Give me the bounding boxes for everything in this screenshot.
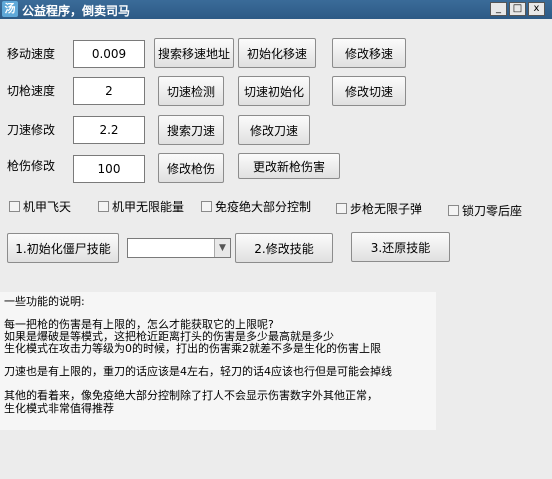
knife-speed-label: 刀速修改 (7, 123, 56, 137)
switch-speed-input[interactable]: 2 (73, 77, 145, 105)
move-speed-label: 移动速度 (7, 47, 56, 61)
info-line: 其他的看着来，像免疫绝大部分控制除了打人不会显示伤害数字外其他正常， (4, 389, 378, 402)
restore-skill-button[interactable]: 3.还原技能 (351, 232, 450, 262)
checkbox-immune-control[interactable]: 免疫绝大部分控制 (201, 198, 311, 215)
knife-speed-input[interactable]: 2.2 (73, 116, 145, 144)
checkbox-label: 步枪无限子弹 (350, 202, 423, 216)
info-line: 生化模式非常值得推荐 (4, 402, 114, 415)
checkbox-label: 机甲飞天 (23, 200, 72, 214)
gun-damage-input[interactable]: 100 (73, 155, 145, 183)
maximize-button[interactable]: □ (509, 2, 526, 16)
checkbox-square[interactable] (201, 201, 212, 212)
checkbox-label: 免疫绝大部分控制 (215, 200, 312, 214)
checkbox-square[interactable] (9, 201, 20, 212)
zombie-skill-select[interactable]: ▼ (127, 238, 231, 258)
info-line: 生化模式在攻击力等级为0的时候，打出的伤害乘2就差不多是生化的伤害上限 (4, 342, 381, 355)
checkbox-label: 锁刀零后座 (462, 204, 523, 218)
minimize-button[interactable]: _ (490, 2, 507, 16)
switch-speed-init-button[interactable]: 切速初始化 (238, 76, 310, 106)
info-line: 刀速也是有上限的，重刀的话应该是4左右，轻刀的话4应该也行但是可能会掉线 (4, 365, 392, 378)
chevron-down-icon[interactable]: ▼ (214, 239, 230, 257)
modify-skill-button[interactable]: 2.修改技能 (235, 233, 333, 263)
info-panel: 一些功能的说明: 每一把枪的伤害是有上限的，怎么才能获取它的上限呢? 如果是爆破… (0, 292, 436, 430)
app-icon: 汤 (2, 1, 18, 17)
checkbox-lock-knife-recoil[interactable]: 锁刀零后座 (448, 202, 522, 219)
info-heading: 一些功能的说明: (4, 295, 85, 308)
change-new-gun-damage-button[interactable]: 更改新枪伤害 (238, 153, 340, 179)
checkbox-square[interactable] (448, 205, 459, 216)
switch-speed-label: 切枪速度 (7, 84, 56, 98)
checkbox-square[interactable] (98, 201, 109, 212)
close-button[interactable]: x (528, 2, 545, 16)
checkbox-label: 机甲无限能量 (112, 200, 185, 214)
init-zombie-skill-button[interactable]: 1.初始化僵尸技能 (7, 233, 119, 263)
checkbox-rifle-unlimited-ammo[interactable]: 步枪无限子弹 (336, 200, 422, 217)
checkbox-mecha-fly[interactable]: 机甲飞天 (9, 198, 71, 215)
search-knife-speed-button[interactable]: 搜索刀速 (158, 115, 224, 145)
checkbox-square[interactable] (336, 203, 347, 214)
checkbox-mecha-unlimited-energy[interactable]: 机甲无限能量 (98, 198, 184, 215)
modify-move-speed-button[interactable]: 修改移速 (332, 38, 406, 68)
switch-speed-detect-button[interactable]: 切速检测 (158, 76, 224, 106)
modify-gun-damage-button[interactable]: 修改枪伤 (158, 153, 224, 183)
move-speed-input[interactable]: 0.009 (73, 40, 145, 68)
modify-switch-speed-button[interactable]: 修改切速 (332, 76, 406, 106)
title-bar: 汤 公益程序，倒卖司马 _ □ x (0, 0, 552, 19)
init-move-speed-button[interactable]: 初始化移速 (238, 38, 316, 68)
window-title: 公益程序，倒卖司马 (22, 4, 131, 18)
search-move-speed-address-button[interactable]: 搜索移速地址 (154, 38, 234, 68)
gun-damage-label: 枪伤修改 (7, 159, 56, 173)
modify-knife-speed-button[interactable]: 修改刀速 (238, 115, 310, 145)
